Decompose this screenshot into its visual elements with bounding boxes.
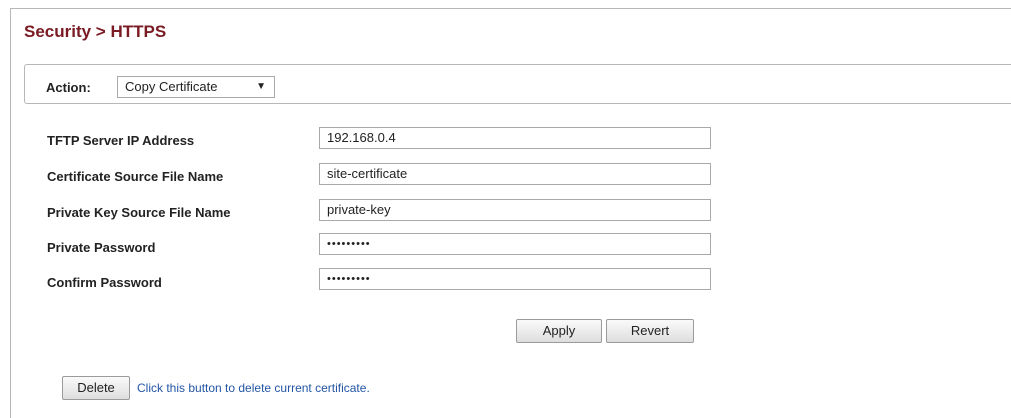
private-key-source-file-input[interactable]: private-key	[319, 199, 711, 221]
caret-down-icon: ▼	[256, 81, 266, 92]
action-select-value: Copy Certificate	[125, 79, 218, 94]
certificate-source-file-label: Certificate Source File Name	[47, 169, 224, 184]
private-password-input[interactable]: •••••••••	[319, 233, 711, 255]
private-key-source-file-label: Private Key Source File Name	[47, 205, 231, 220]
confirm-password-label: Confirm Password	[47, 275, 162, 290]
tftp-server-ip-label: TFTP Server IP Address	[47, 133, 195, 148]
tftp-server-ip-input[interactable]: 192.168.0.4	[319, 127, 711, 149]
delete-button[interactable]: Delete	[62, 376, 130, 400]
delete-hint-text: Click this button to delete current cert…	[137, 381, 370, 395]
private-password-label: Private Password	[47, 240, 156, 255]
confirm-password-input[interactable]: •••••••••	[319, 268, 711, 290]
action-select[interactable]: Copy Certificate ▼	[117, 76, 275, 98]
apply-button[interactable]: Apply	[516, 319, 602, 343]
page-title: Security > HTTPS	[24, 22, 167, 41]
certificate-source-file-input[interactable]: site-certificate	[319, 163, 711, 185]
revert-button[interactable]: Revert	[606, 319, 694, 343]
action-label: Action:	[46, 80, 91, 95]
